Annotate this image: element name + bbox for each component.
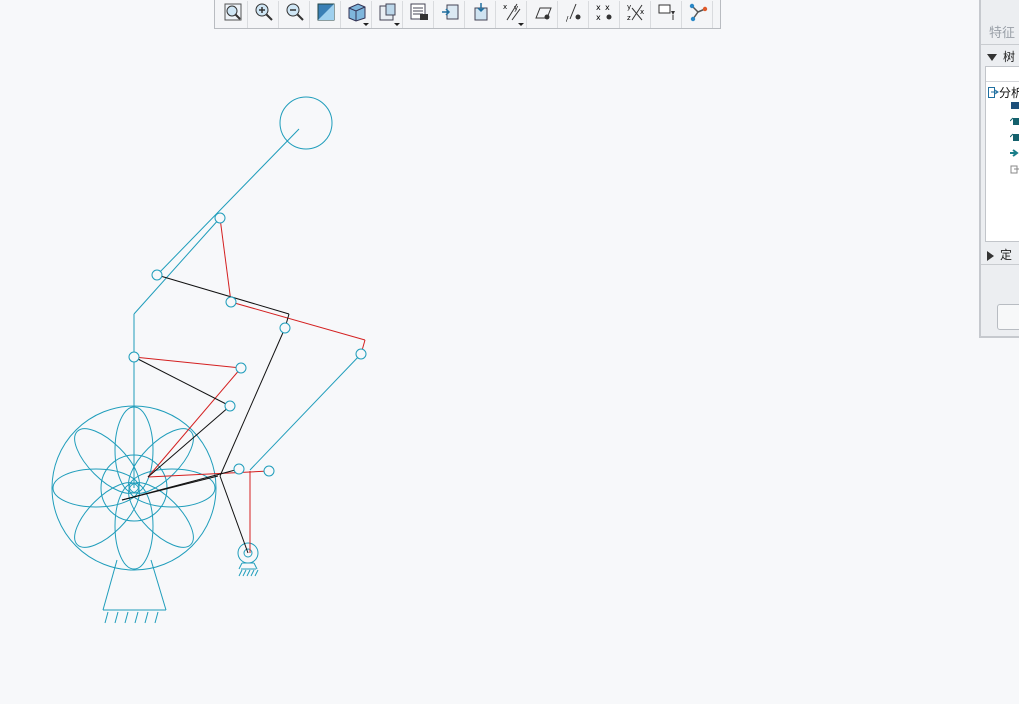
ground-hatch — [104, 611, 159, 624]
stand-left — [102, 559, 118, 611]
svg-text:x: x — [503, 3, 507, 11]
spine-link — [133, 217, 221, 315]
mechanism-icon — [687, 1, 709, 27]
svg-text:x: x — [596, 3, 601, 12]
annotation-display-button[interactable] — [653, 0, 682, 28]
expand-down-icon — [987, 54, 997, 61]
tree-section-label: 树 — [1003, 50, 1016, 64]
analysis-icon — [988, 87, 999, 98]
perspective-icon — [470, 1, 492, 27]
model-viewport[interactable] — [0, 0, 1019, 704]
zoom-fit-button[interactable] — [219, 0, 248, 28]
perspective-button[interactable] — [467, 0, 496, 28]
svg-text:x: x — [605, 3, 610, 12]
svg-text:y: y — [514, 4, 518, 12]
expand-right-icon — [987, 250, 994, 261]
point-display-button[interactable]: xxx — [591, 0, 620, 28]
csys-display-icon: yz x — [625, 1, 647, 27]
svg-text:z: z — [627, 14, 631, 22]
point-display-icon: xxx — [594, 1, 616, 27]
svg-text:y: y — [627, 3, 631, 11]
tree-section-header[interactable]: 树 — [987, 48, 1015, 65]
display-style-icon — [346, 1, 368, 27]
section-view-button[interactable] — [436, 0, 465, 28]
repaint-button[interactable] — [312, 0, 341, 28]
arm-link — [156, 128, 300, 276]
panel-action-button[interactable] — [997, 304, 1019, 330]
datum-display-icon: xy — [501, 1, 523, 27]
tree-root-label: 分析 — [999, 86, 1019, 100]
zoom-out-button[interactable] — [281, 0, 310, 28]
view-toolbar: x y / x x x y z x — [214, 0, 721, 29]
section-view-icon — [439, 1, 461, 27]
mechanism-button[interactable] — [684, 0, 713, 28]
joint-markers — [128, 212, 367, 477]
datum-display-button[interactable]: xy — [498, 0, 527, 28]
svg-text:x: x — [640, 8, 644, 16]
zoom-in-button[interactable] — [250, 0, 279, 28]
svg-text:x: x — [596, 13, 601, 22]
tree-toolbar — [986, 67, 1019, 82]
definition-section-header[interactable]: 定 — [987, 246, 1012, 263]
joint-node-icon — [1010, 133, 1019, 141]
saved-orientations-button[interactable] — [374, 0, 403, 28]
panel-title: 特征 — [989, 26, 1016, 41]
stand-right — [150, 559, 167, 611]
plane-display-button[interactable] — [529, 0, 558, 28]
body-node-icon — [1011, 102, 1019, 109]
leg-link — [249, 353, 362, 471]
zoom-fit-icon — [222, 1, 244, 27]
zoom-out-icon — [284, 1, 306, 27]
display-style-button[interactable] — [343, 0, 372, 28]
definition-section-label: 定 — [1000, 248, 1013, 262]
csys-display-button[interactable]: yz x — [622, 0, 651, 28]
tree-root-item[interactable]: 分析 — [988, 84, 1019, 101]
model-tree[interactable]: 分析 — [985, 66, 1019, 242]
connection-node-icon — [1010, 117, 1019, 125]
repaint-icon — [315, 1, 337, 27]
axis-display-button[interactable]: / — [560, 0, 589, 28]
svg-text:/: / — [566, 15, 569, 23]
view-manager-button[interactable] — [405, 0, 434, 28]
view-manager-icon — [408, 1, 430, 27]
pivot-hatch — [238, 569, 259, 577]
analysis-node-icon — [1010, 165, 1019, 174]
annotation-display-icon — [656, 1, 678, 27]
feature-panel: 特征 树 分析 定 — [979, 0, 1019, 338]
zoom-in-icon — [253, 1, 275, 27]
black-links — [121, 274, 290, 554]
plane-display-icon — [532, 1, 554, 27]
axis-display-icon: / — [563, 1, 585, 27]
motor-node-icon — [1010, 149, 1019, 157]
saved-orientations-icon — [377, 1, 399, 27]
